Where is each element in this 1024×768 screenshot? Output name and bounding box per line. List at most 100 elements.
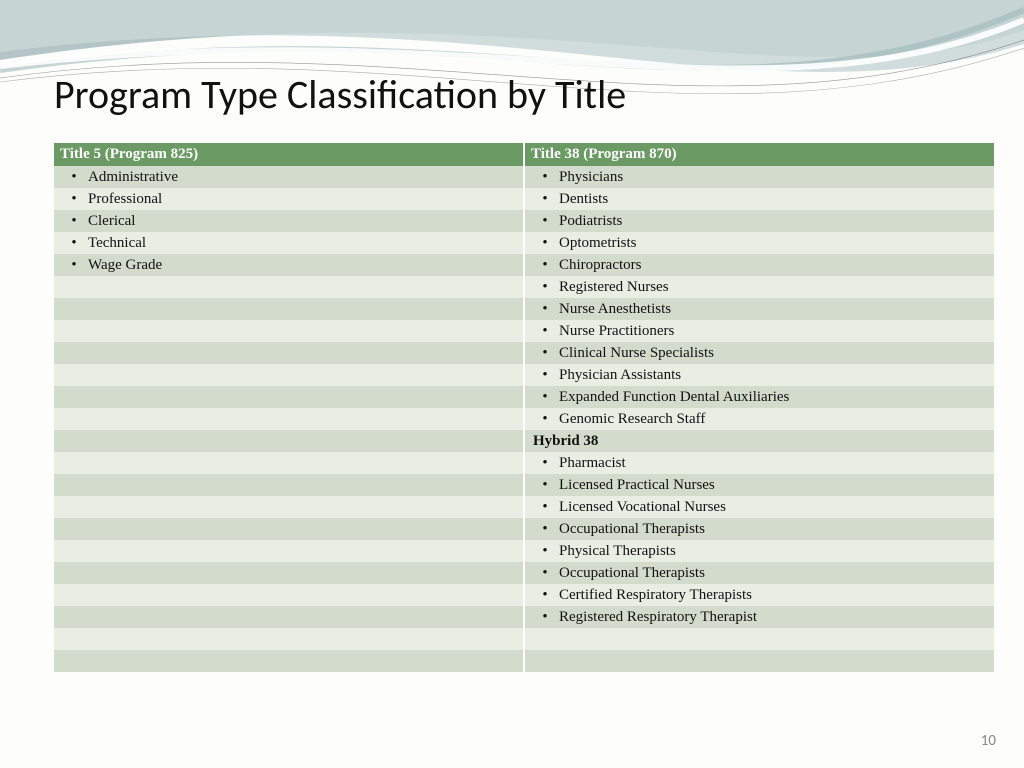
table-row: •Certified Respiratory Therapists bbox=[54, 584, 994, 606]
list-item-label: Physician Assistants bbox=[559, 366, 988, 384]
table-row: •Licensed Vocational Nurses bbox=[54, 496, 994, 518]
cell-right: •Dentists bbox=[524, 188, 994, 210]
cell-right: •Licensed Vocational Nurses bbox=[524, 496, 994, 518]
cell-right: •Licensed Practical Nurses bbox=[524, 474, 994, 496]
list-item-label: Licensed Vocational Nurses bbox=[559, 498, 988, 516]
col-header-left: Title 5 (Program 825) bbox=[54, 143, 524, 166]
cell-left: •Wage Grade bbox=[54, 254, 524, 276]
cell-right: Hybrid 38 bbox=[524, 430, 994, 452]
table-row: •Professional•Dentists bbox=[54, 188, 994, 210]
cell-left bbox=[54, 364, 524, 386]
cell-left bbox=[54, 474, 524, 496]
cell-right bbox=[524, 650, 994, 672]
bullet-icon: • bbox=[60, 170, 88, 185]
table-row: •Nurse Practitioners bbox=[54, 320, 994, 342]
cell-right: •Occupational Therapists bbox=[524, 518, 994, 540]
table-row: •Licensed Practical Nurses bbox=[54, 474, 994, 496]
cell-left: •Professional bbox=[54, 188, 524, 210]
list-item-label: Technical bbox=[88, 234, 517, 252]
table-row: •Occupational Therapists bbox=[54, 562, 994, 584]
cell-right: •Registered Nurses bbox=[524, 276, 994, 298]
list-item-label: Dentists bbox=[559, 190, 988, 208]
list-item-label: Professional bbox=[88, 190, 517, 208]
bullet-icon: • bbox=[60, 258, 88, 273]
list-item-label: Certified Respiratory Therapists bbox=[559, 586, 988, 604]
bullet-icon: • bbox=[531, 192, 559, 207]
bullet-icon: • bbox=[531, 170, 559, 185]
list-item-label: Pharmacist bbox=[559, 454, 988, 472]
list-item-label: Optometrists bbox=[559, 234, 988, 252]
cell-left bbox=[54, 320, 524, 342]
table-row: •Registered Nurses bbox=[54, 276, 994, 298]
list-item-label: Clerical bbox=[88, 212, 517, 230]
cell-left bbox=[54, 650, 524, 672]
classification-table: Title 5 (Program 825) Title 38 (Program … bbox=[54, 143, 994, 672]
cell-left bbox=[54, 386, 524, 408]
table-row: •Occupational Therapists bbox=[54, 518, 994, 540]
bullet-icon: • bbox=[531, 478, 559, 493]
bullet-icon: • bbox=[60, 236, 88, 251]
page-title: Program Type Classification by Title bbox=[54, 70, 970, 119]
cell-left bbox=[54, 298, 524, 320]
cell-right: •Expanded Function Dental Auxiliaries bbox=[524, 386, 994, 408]
cell-left: •Clerical bbox=[54, 210, 524, 232]
bullet-icon: • bbox=[531, 610, 559, 625]
bullet-icon: • bbox=[531, 280, 559, 295]
bullet-icon: • bbox=[531, 566, 559, 581]
cell-left bbox=[54, 606, 524, 628]
cell-right: •Registered Respiratory Therapist bbox=[524, 606, 994, 628]
list-item-label: Occupational Therapists bbox=[559, 564, 988, 582]
table-row: •Clinical Nurse Specialists bbox=[54, 342, 994, 364]
cell-right: •Clinical Nurse Specialists bbox=[524, 342, 994, 364]
list-item-label: Chiropractors bbox=[559, 256, 988, 274]
bullet-icon: • bbox=[531, 324, 559, 339]
table-row: Hybrid 38 bbox=[54, 430, 994, 452]
table-row: •Clerical •Podiatrists bbox=[54, 210, 994, 232]
cell-left bbox=[54, 562, 524, 584]
bullet-icon: • bbox=[531, 214, 559, 229]
list-item-label: Physical Therapists bbox=[559, 542, 988, 560]
bullet-icon: • bbox=[531, 412, 559, 427]
cell-right: •Nurse Anesthetists bbox=[524, 298, 994, 320]
table-row: •Expanded Function Dental Auxiliaries bbox=[54, 386, 994, 408]
bullet-icon: • bbox=[531, 500, 559, 515]
list-item-label: Licensed Practical Nurses bbox=[559, 476, 988, 494]
table-row: •Genomic Research Staff bbox=[54, 408, 994, 430]
table-row: •Registered Respiratory Therapist bbox=[54, 606, 994, 628]
cell-left bbox=[54, 628, 524, 650]
list-item-label: Nurse Practitioners bbox=[559, 322, 988, 340]
table-row: •Technical•Optometrists bbox=[54, 232, 994, 254]
table-row: •Physician Assistants bbox=[54, 364, 994, 386]
cell-right: •Physician Assistants bbox=[524, 364, 994, 386]
list-item-label: Registered Respiratory Therapist bbox=[559, 608, 988, 626]
list-item-label: Administrative bbox=[88, 168, 517, 186]
table-row bbox=[54, 650, 994, 672]
bullet-icon: • bbox=[531, 390, 559, 405]
cell-left bbox=[54, 452, 524, 474]
table-row: •Pharmacist bbox=[54, 452, 994, 474]
bullet-icon: • bbox=[531, 258, 559, 273]
bullet-icon: • bbox=[531, 368, 559, 383]
table-row: •Nurse Anesthetists bbox=[54, 298, 994, 320]
cell-left bbox=[54, 408, 524, 430]
page-number: 10 bbox=[981, 732, 996, 750]
cell-left bbox=[54, 540, 524, 562]
cell-right: •Optometrists bbox=[524, 232, 994, 254]
table-row: •Administrative•Physicians bbox=[54, 166, 994, 188]
subheading: Hybrid 38 bbox=[531, 433, 598, 449]
cell-right: •Genomic Research Staff bbox=[524, 408, 994, 430]
table-row bbox=[54, 628, 994, 650]
list-item-label: Podiatrists bbox=[559, 212, 988, 230]
table-row: •Physical Therapists bbox=[54, 540, 994, 562]
col-header-right: Title 38 (Program 870) bbox=[524, 143, 994, 166]
bullet-icon: • bbox=[60, 192, 88, 207]
bullet-icon: • bbox=[531, 522, 559, 537]
list-item-label: Expanded Function Dental Auxiliaries bbox=[559, 388, 988, 406]
cell-left bbox=[54, 518, 524, 540]
cell-right: •Nurse Practitioners bbox=[524, 320, 994, 342]
cell-left bbox=[54, 496, 524, 518]
cell-left bbox=[54, 276, 524, 298]
cell-right: •Certified Respiratory Therapists bbox=[524, 584, 994, 606]
cell-left: •Technical bbox=[54, 232, 524, 254]
cell-right: •Chiropractors bbox=[524, 254, 994, 276]
